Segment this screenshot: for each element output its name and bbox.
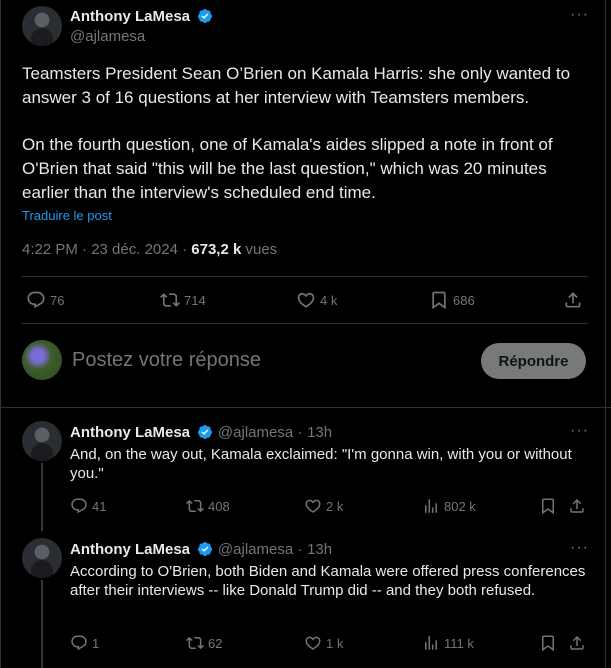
- reply-text: And, on the way out, Kamala exclaimed: "…: [70, 446, 572, 482]
- more-options-icon[interactable]: ···: [570, 422, 589, 440]
- thread-line: [41, 463, 43, 531]
- thread-line: [41, 580, 43, 668]
- author-avatar[interactable]: [22, 6, 62, 46]
- views-chart-icon: [425, 499, 437, 513]
- reply-count: 41: [92, 498, 107, 514]
- repost-action[interactable]: 62: [186, 634, 222, 652]
- like-action[interactable]: 1 k: [304, 634, 343, 652]
- more-options-icon[interactable]: ···: [570, 539, 589, 557]
- post-timestamp[interactable]: 4:22 PM · 23 déc. 2024 ·: [22, 241, 191, 258]
- reply-icon: [27, 291, 45, 309]
- reply-count: 76: [50, 292, 65, 308]
- author-name-row[interactable]: Anthony LaMesa: [70, 8, 213, 26]
- reply-count: 1: [92, 635, 100, 651]
- views-label: vues: [241, 241, 278, 258]
- bookmark-action[interactable]: [539, 634, 557, 652]
- reply-icon: [71, 635, 87, 651]
- separator-dot: ·: [297, 424, 303, 441]
- reply-author-name[interactable]: Anthony LaMesa: [70, 541, 190, 558]
- like-count: 4 k: [320, 292, 338, 308]
- post-paragraph-1: Teamsters President Sean O’Brien on Kama…: [22, 64, 571, 107]
- bookmark-icon: [432, 291, 446, 310]
- repost-count: 714: [184, 292, 206, 308]
- like-action[interactable]: 4 k: [296, 290, 337, 310]
- share-action[interactable]: [568, 634, 586, 652]
- repost-action[interactable]: 714: [160, 290, 206, 310]
- share-icon: [565, 292, 581, 308]
- translate-post-link[interactable]: Traduire le post: [22, 208, 112, 223]
- reply-action[interactable]: 76: [26, 290, 64, 310]
- repost-count: 408: [208, 498, 230, 514]
- share-icon: [570, 635, 584, 650]
- bookmark-icon: [542, 498, 554, 515]
- views-count: 802 k: [444, 498, 476, 514]
- bookmark-count: 686: [453, 292, 475, 308]
- more-options-icon[interactable]: ···: [570, 6, 589, 24]
- heart-icon: [297, 292, 315, 308]
- views-chart-icon: [425, 636, 437, 650]
- author-handle[interactable]: @ajlamesa: [70, 28, 145, 45]
- heart-icon: [305, 499, 321, 513]
- reply-handle[interactable]: @ajlamesa: [218, 424, 293, 441]
- divider: [0, 407, 611, 408]
- views-count: 111 k: [444, 635, 474, 651]
- reply-header: Anthony LaMesa @ajlamesa · 13h: [70, 424, 332, 442]
- reply-author-name[interactable]: Anthony LaMesa: [70, 424, 190, 441]
- share-icon: [570, 498, 584, 513]
- reply-input[interactable]: Postez votre réponse: [72, 349, 261, 372]
- reply-icon: [71, 498, 87, 514]
- reply-timestamp[interactable]: 13h: [307, 424, 332, 441]
- verified-badge-icon: [198, 9, 213, 23]
- repost-icon: [186, 499, 204, 513]
- left-border: [0, 0, 1, 668]
- verified-badge-icon: [198, 425, 213, 439]
- reply-timestamp[interactable]: 13h: [307, 541, 332, 558]
- divider: [22, 276, 588, 277]
- author-name[interactable]: Anthony LaMesa: [70, 8, 190, 25]
- repost-count: 62: [208, 635, 223, 651]
- share-action[interactable]: [568, 497, 586, 515]
- share-action[interactable]: [563, 290, 583, 310]
- like-action[interactable]: 2 k: [304, 497, 343, 515]
- bookmark-action[interactable]: 686: [429, 290, 475, 310]
- heart-icon: [305, 636, 321, 650]
- reply-action[interactable]: 1: [70, 634, 99, 652]
- divider: [22, 323, 588, 324]
- repost-icon: [186, 636, 204, 650]
- views-action[interactable]: 802 k: [422, 497, 476, 515]
- views-action[interactable]: 111 k: [422, 634, 474, 652]
- repost-action[interactable]: 408: [186, 497, 230, 515]
- reply-author-avatar[interactable]: [22, 538, 62, 578]
- repost-icon: [160, 293, 180, 307]
- post-meta: 4:22 PM · 23 déc. 2024 · 673,2 k vues: [22, 241, 277, 258]
- bookmark-icon: [542, 635, 554, 652]
- reply-header: Anthony LaMesa @ajlamesa · 13h: [70, 541, 332, 559]
- bookmark-action[interactable]: [539, 497, 557, 515]
- like-count: 2 k: [326, 498, 344, 514]
- reply-action[interactable]: 41: [70, 497, 106, 515]
- reply-button[interactable]: Répondre: [481, 343, 586, 379]
- verified-badge-icon: [198, 542, 213, 556]
- separator-dot: ·: [297, 541, 303, 558]
- current-user-avatar[interactable]: [22, 340, 62, 380]
- reply-text: According to O'Brien, both Biden and Kam…: [70, 563, 586, 599]
- views-count: 673,2 k: [191, 241, 242, 258]
- reply-author-avatar[interactable]: [22, 421, 62, 461]
- like-count: 1 k: [326, 635, 344, 651]
- post-paragraph-2: On the fourth question, one of Kamala's …: [22, 135, 553, 202]
- reply-handle[interactable]: @ajlamesa: [218, 541, 293, 558]
- right-border: [605, 0, 606, 668]
